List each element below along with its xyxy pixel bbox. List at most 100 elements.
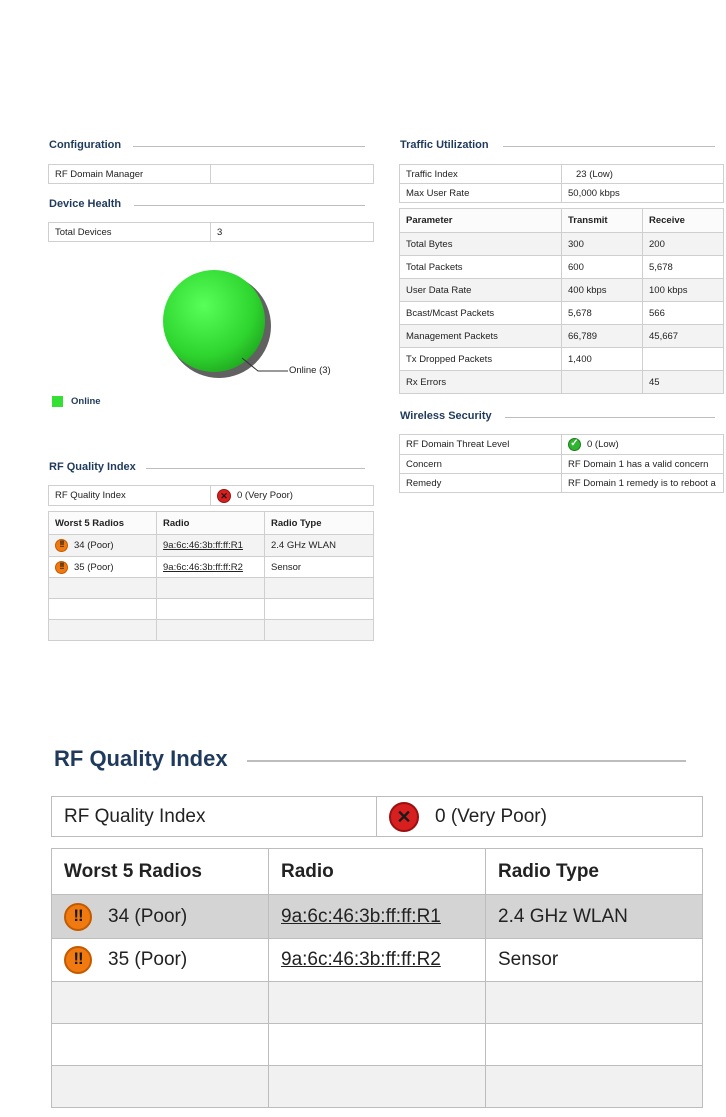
param-name: Tx Dropped Packets [399, 347, 562, 371]
param-rx: 5,678 [642, 255, 724, 279]
configuration-table: RF Domain Manager [48, 164, 374, 184]
traffic-table: Parameter Transmit Receive Total Bytes 3… [399, 208, 724, 394]
zoom-radio-type: 2.4 GHz WLAN [485, 894, 703, 939]
threat-level-cell: 0 (Low) [561, 434, 724, 455]
pie-slice-online[interactable] [163, 270, 265, 372]
empty-row [48, 619, 374, 641]
radio-link[interactable]: 9a:6c:46:3b:ff:ff:R2 [163, 562, 243, 573]
rf-domain-manager-label: RF Domain Manager [48, 164, 211, 184]
param-tx: 66,789 [561, 324, 643, 348]
param-name: Management Packets [399, 324, 562, 348]
zoom-worst-radios-table: Worst 5 Radios Radio Radio Type 34 (Poor… [51, 848, 703, 1108]
param-rx: 45 [642, 370, 724, 394]
table-row[interactable]: 35 (Poor) 9a:6c:46:3b:ff:ff:R2 Sensor [51, 938, 703, 982]
max-user-rate-value: 50,000 kbps [561, 183, 724, 203]
device-health-legend: Online [52, 396, 101, 407]
traffic-title: Traffic Utilization [400, 139, 489, 151]
zoom-rf-quality-index-value: 0 (Very Poor) [435, 805, 547, 827]
device-health-table: Total Devices 3 [48, 222, 374, 242]
col-transmit[interactable]: Transmit [561, 208, 643, 233]
param-tx: 400 kbps [561, 278, 643, 302]
zoom-col-radio[interactable]: Radio [268, 848, 486, 895]
table-row: User Data Rate 400 kbps 100 kbps [399, 278, 724, 302]
col-radio-type[interactable]: Radio Type [264, 511, 374, 535]
col-worst-radios[interactable]: Worst 5 Radios [48, 511, 157, 535]
param-tx: 300 [561, 232, 643, 256]
param-tx: 5,678 [561, 301, 643, 325]
table-row: Total Bytes 300 200 [399, 232, 724, 256]
threat-level-label: RF Domain Threat Level [399, 434, 562, 455]
pie-slice-label: Online (3) [289, 365, 331, 376]
concern-value: RF Domain 1 has a valid concern [561, 454, 724, 474]
zoom-rf-quality-index-label: RF Quality Index [51, 796, 377, 837]
radio-type: Sensor [264, 556, 374, 578]
param-tx: 600 [561, 255, 643, 279]
zoom-rf-quality-index-table: RF Quality Index 0 (Very Poor) [51, 796, 703, 837]
zoom-rf-quality-divider [247, 760, 686, 762]
x-circle-icon [389, 801, 419, 832]
traffic-index-value: 23 (Low) [561, 164, 724, 184]
concern-label: Concern [399, 454, 562, 474]
quality-value: 34 (Poor) [74, 540, 114, 551]
zoom-radio-cell: 9a:6c:46:3b:ff:ff:R1 [268, 894, 486, 939]
security-table: RF Domain Threat Level 0 (Low) Concern R… [399, 434, 724, 493]
quality-cell: 35 (Poor) [48, 556, 157, 578]
zoom-rf-quality-title: RF Quality Index [54, 746, 228, 771]
table-row: Management Packets 66,789 45,667 [399, 324, 724, 348]
col-parameter[interactable]: Parameter [399, 208, 562, 233]
table-row[interactable]: 35 (Poor) 9a:6c:46:3b:ff:ff:R2 Sensor [48, 556, 374, 578]
col-radio[interactable]: Radio [156, 511, 265, 535]
total-devices-value: 3 [210, 222, 374, 242]
threat-level-value: 0 (Low) [587, 439, 619, 450]
zoom-col-radio-type[interactable]: Radio Type [485, 848, 703, 895]
param-rx [642, 347, 724, 371]
quality-cell: 34 (Poor) [48, 534, 157, 557]
param-rx: 200 [642, 232, 724, 256]
check-circle-icon [568, 438, 581, 451]
worst-radios-table: Worst 5 Radios Radio Radio Type 34 (Poor… [48, 511, 374, 641]
col-receive[interactable]: Receive [642, 208, 724, 233]
zoom-radio-link[interactable]: 9a:6c:46:3b:ff:ff:R1 [281, 906, 441, 927]
zoom-radio-type: Sensor [485, 938, 703, 982]
rf-quality-index-value: 0 (Very Poor) [237, 490, 293, 501]
param-tx: 1,400 [561, 347, 643, 371]
legend-swatch-online [52, 396, 63, 407]
zoom-quality-value: 35 (Poor) [108, 949, 188, 970]
rf-quality-index-table: RF Quality Index 0 (Very Poor) [48, 485, 374, 506]
rf-quality-divider [146, 468, 365, 469]
max-user-rate-label: Max User Rate [399, 183, 562, 203]
quality-value: 35 (Poor) [74, 561, 114, 573]
security-divider [505, 417, 715, 418]
param-name: Total Bytes [399, 232, 562, 256]
radio-type: 2.4 GHz WLAN [264, 534, 374, 557]
radio-link[interactable]: 9a:6c:46:3b:ff:ff:R1 [163, 540, 243, 551]
x-circle-icon [217, 488, 231, 503]
zoom-radio-cell: 9a:6c:46:3b:ff:ff:R2 [268, 938, 486, 982]
table-row: Tx Dropped Packets 1,400 [399, 347, 724, 371]
rf-quality-index-cell: 0 (Very Poor) [210, 485, 374, 506]
warning-icon [55, 539, 68, 552]
zoom-quality-cell: 34 (Poor) [51, 894, 269, 939]
rf-quality-index-label: RF Quality Index [48, 485, 211, 506]
param-rx: 45,667 [642, 324, 724, 348]
legend-label-online: Online [71, 396, 101, 407]
param-rx: 566 [642, 301, 724, 325]
empty-row [51, 1023, 703, 1066]
zoom-rf-quality-index-cell: 0 (Very Poor) [376, 796, 703, 837]
zoom-radio-link[interactable]: 9a:6c:46:3b:ff:ff:R2 [281, 949, 441, 970]
table-row: Bcast/Mcast Packets 5,678 566 [399, 301, 724, 325]
warning-icon [64, 902, 92, 931]
radio-cell: 9a:6c:46:3b:ff:ff:R1 [156, 534, 265, 557]
zoom-quality-cell: 35 (Poor) [51, 938, 269, 982]
radio-cell: 9a:6c:46:3b:ff:ff:R2 [156, 556, 265, 578]
traffic-summary-table: Traffic Index 23 (Low) Max User Rate 50,… [399, 164, 724, 203]
table-row[interactable]: 34 (Poor) 9a:6c:46:3b:ff:ff:R1 2.4 GHz W… [51, 894, 703, 939]
table-row[interactable]: 34 (Poor) 9a:6c:46:3b:ff:ff:R1 2.4 GHz W… [48, 534, 374, 557]
zoom-col-worst-radios[interactable]: Worst 5 Radios [51, 848, 269, 895]
empty-row [48, 577, 374, 599]
param-name: Bcast/Mcast Packets [399, 301, 562, 325]
warning-icon [55, 560, 68, 574]
rf-domain-manager-value [210, 164, 374, 184]
rf-quality-title: RF Quality Index [49, 461, 136, 473]
warning-icon [64, 946, 92, 974]
